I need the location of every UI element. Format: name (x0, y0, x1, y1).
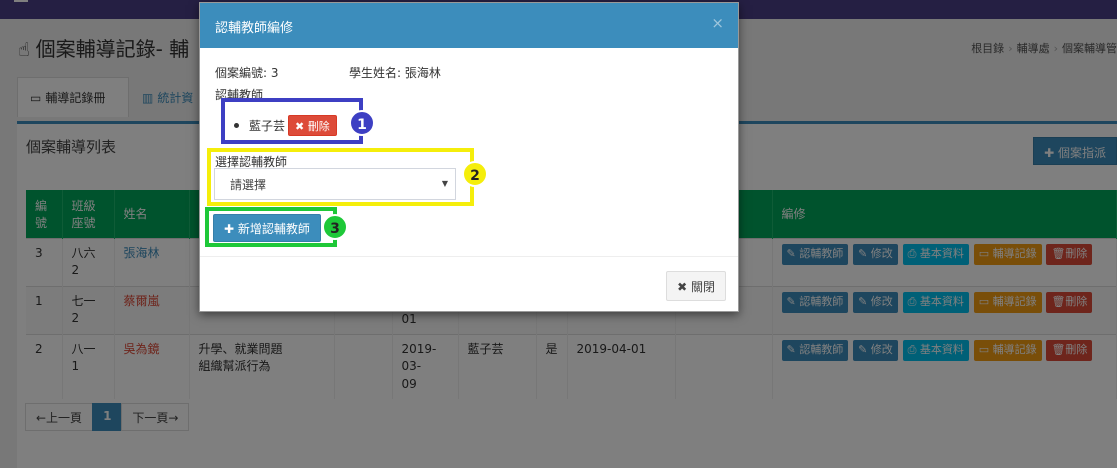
modal-header: 認輔教師編修 × (200, 3, 738, 48)
highlight-box-2 (207, 148, 474, 206)
highlight-box-1 (221, 98, 363, 144)
case-number-label: 個案編號: 3 (215, 66, 279, 80)
step-marker-2: 2 (462, 161, 488, 187)
step-marker-3: 3 (322, 214, 348, 240)
modal-title: 認輔教師編修 (215, 21, 294, 36)
close-button[interactable]: ✖ 關閉 (666, 271, 726, 301)
highlight-box-3 (205, 207, 337, 247)
student-name-label: 學生姓名: 張海林 (349, 66, 441, 80)
close-icon[interactable]: × (711, 14, 724, 32)
step-marker-1: 1 (349, 110, 375, 136)
modal-footer: ✖ 關閉 (200, 256, 738, 311)
